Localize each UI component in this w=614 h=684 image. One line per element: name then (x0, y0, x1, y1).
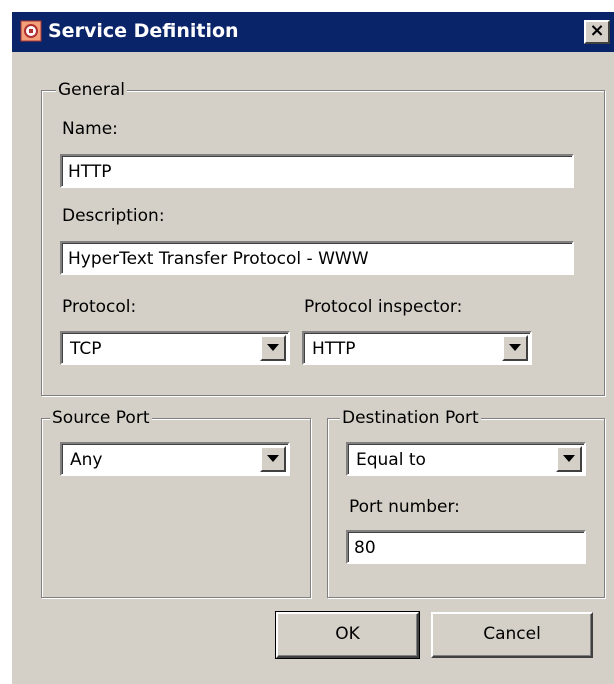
general-legend: General (56, 79, 127, 101)
destination-port-legend: Destination Port (340, 407, 481, 429)
chevron-down-icon (267, 344, 279, 351)
destination-port-mode-select[interactable]: Equal to (346, 442, 586, 476)
source-port-value: Any (70, 450, 103, 470)
port-number-field[interactable]: 80 (346, 530, 586, 564)
service-definition-dialog: Service Definition × General Name: HTTP … (12, 12, 614, 684)
description-label: Description: (62, 206, 165, 226)
protocol-inspector-value: HTTP (312, 339, 356, 359)
chevron-down-icon (267, 455, 279, 462)
source-port-dropdown-button[interactable] (260, 446, 286, 472)
service-app-icon (20, 20, 42, 42)
name-field[interactable]: HTTP (60, 154, 574, 188)
source-port-legend: Source Port (50, 407, 152, 429)
dialog-title: Service Definition (48, 20, 239, 42)
protocol-inspector-select[interactable]: HTTP (302, 331, 532, 365)
protocol-select[interactable]: TCP (60, 331, 290, 365)
cancel-button[interactable]: Cancel (431, 612, 593, 658)
chevron-down-icon (509, 344, 521, 351)
ok-button[interactable]: OK (275, 611, 420, 659)
source-port-select[interactable]: Any (60, 442, 290, 476)
name-label: Name: (62, 119, 118, 139)
protocol-inspector-dropdown-button[interactable] (502, 335, 528, 361)
title-bar[interactable]: Service Definition × (12, 12, 614, 52)
close-icon: × (589, 20, 605, 41)
port-number-label: Port number: (349, 497, 460, 517)
chevron-down-icon (563, 455, 575, 462)
description-field[interactable]: HyperText Transfer Protocol - WWW (60, 241, 574, 275)
protocol-value: TCP (70, 339, 102, 359)
close-button[interactable]: × (584, 20, 610, 44)
protocol-inspector-label: Protocol inspector: (304, 297, 463, 317)
destination-port-mode-value: Equal to (356, 450, 426, 470)
destination-port-dropdown-button[interactable] (556, 446, 582, 472)
protocol-label: Protocol: (62, 297, 137, 317)
protocol-dropdown-button[interactable] (260, 335, 286, 361)
